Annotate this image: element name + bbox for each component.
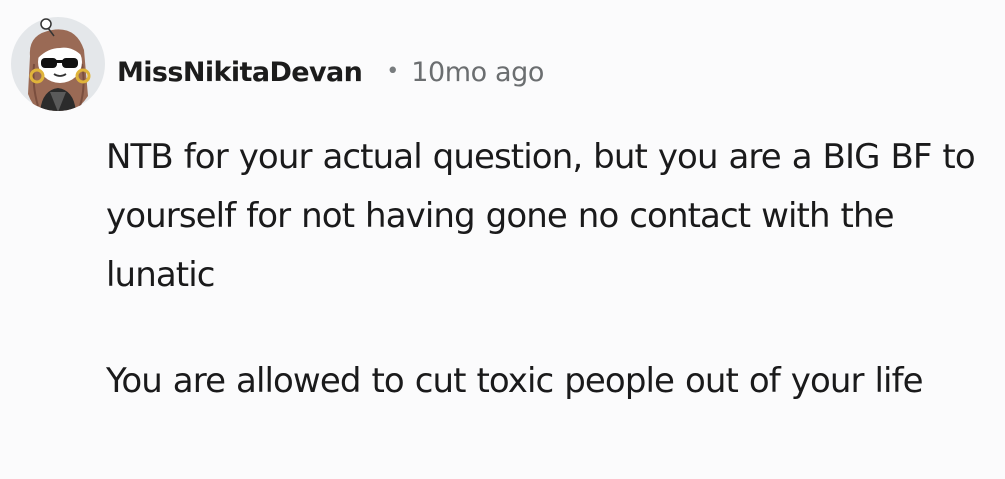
timestamp-link[interactable]: 10mo ago (411, 57, 544, 88)
comment-meta: MissNikitaDevan • 10mo ago (117, 48, 544, 96)
avatar-illustration (11, 17, 105, 111)
username-link[interactable]: MissNikitaDevan (117, 57, 363, 88)
comment-paragraph-1: NTB for your actual question, but you ar… (106, 137, 976, 295)
comment-body: NTB for your actual question, but you ar… (106, 128, 991, 411)
comment-paragraph-2: You are allowed to cut toxic people out … (106, 361, 924, 401)
avatar[interactable] (10, 16, 106, 112)
meta-separator: • (386, 58, 400, 84)
comment: MissNikitaDevan • 10mo ago NTB for your … (0, 0, 1005, 479)
